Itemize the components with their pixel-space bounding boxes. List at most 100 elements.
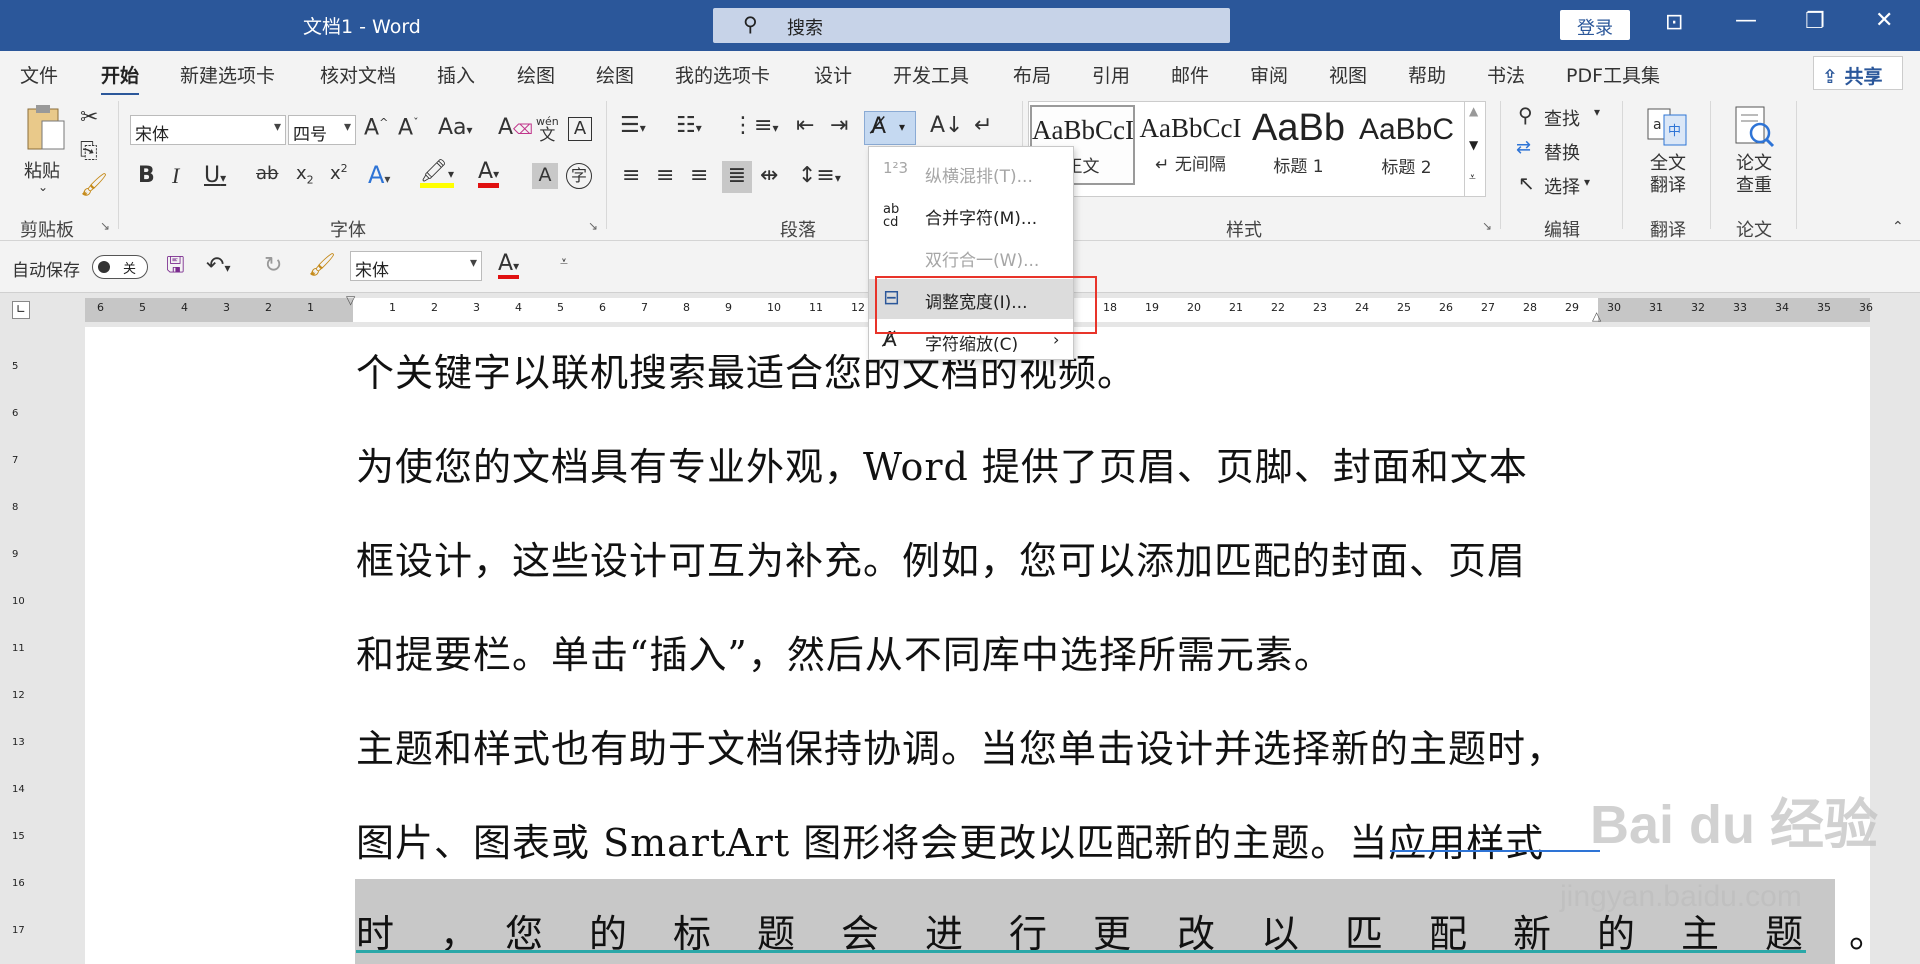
italic-icon[interactable]: I [172, 165, 179, 187]
doc-line[interactable]: 主题和样式也有助于文档保持协调。当您单击设计并选择新的主题时， [356, 718, 1565, 773]
style-no-spacing[interactable]: AaBbCcI ↵ 无间隔 [1138, 105, 1243, 185]
ribbon-display-options-icon[interactable]: ⊡ [1665, 10, 1683, 35]
paper-check-button[interactable] [1732, 105, 1776, 151]
character-border-icon[interactable]: A [568, 117, 592, 141]
style-heading-2[interactable]: AaBbC 标题 2 [1354, 105, 1459, 185]
font-size-combo[interactable]: 四号 ▾ [288, 115, 356, 145]
tab-insert[interactable]: 插入 [437, 61, 475, 88]
format-painter-icon[interactable]: 🖌 [308, 255, 336, 277]
tab-draw[interactable]: 绘图 [517, 61, 555, 88]
login-button[interactable]: 登录 [1560, 10, 1630, 40]
restore-button[interactable]: ❐ [1805, 9, 1825, 34]
doc-line[interactable]: 和提要栏。单击“插入”，然后从不同库中选择所需元素。 [356, 624, 1333, 679]
distributed-icon[interactable]: ⇹ [760, 165, 778, 187]
doc-line[interactable]: 框设计，这些设计可互为补充。例如，您可以添加匹配的封面、页眉 [356, 530, 1526, 585]
tab-review[interactable]: 审阅 [1250, 61, 1288, 88]
paste-dropdown-icon[interactable]: ⌄ [38, 180, 48, 194]
chevron-up-icon[interactable]: ▲ [1469, 104, 1478, 118]
tab-new-tab[interactable]: 新建选项卡 [180, 61, 275, 88]
menu-item-combine-characters[interactable]: ab cd 合并字符(M)... [869, 195, 1073, 235]
phonetic-guide-icon[interactable]: wén 文 [536, 115, 559, 143]
align-center-icon[interactable]: ≡ [656, 165, 674, 187]
qat-font-combo[interactable]: 宋体 ▾ [350, 251, 482, 281]
tab-design[interactable]: 设计 [814, 61, 852, 88]
tab-help[interactable]: 帮助 [1408, 61, 1446, 88]
multilevel-list-icon[interactable]: ⋮≡▾ [732, 115, 778, 137]
asian-layout-button[interactable]: A̸ ▾ [864, 111, 916, 145]
clipboard-launcher-icon[interactable]: ↘ [100, 219, 110, 233]
align-left-icon[interactable]: ≡ [622, 165, 640, 187]
styles-scroll[interactable]: ▲ ▼ ⩡ [1464, 101, 1486, 197]
tab-draw-2[interactable]: 绘图 [596, 61, 634, 88]
superscript-icon[interactable]: x2 [330, 163, 348, 183]
tab-mailings[interactable]: 邮件 [1171, 61, 1209, 88]
doc-line[interactable]: 为使您的文档具有专业外观，Word 提供了页眉、页脚、封面和文本 [356, 436, 1528, 491]
decrease-indent-icon[interactable]: ⇤ [796, 115, 814, 137]
font-family-combo[interactable]: 宋体 ▾ [130, 115, 286, 145]
share-button[interactable]: ⇪ 共享 [1813, 56, 1903, 90]
chevron-down-icon[interactable]: ▾ [1594, 105, 1600, 119]
menu-item-combine-vertical[interactable]: 1²3 纵横混排(T)... [869, 153, 1073, 193]
menu-item-two-lines-in-one[interactable]: 双行合一(W)... [869, 237, 1073, 277]
tab-file[interactable]: 文件 [20, 61, 58, 88]
find-button[interactable]: 查找 [1544, 105, 1580, 131]
close-button[interactable]: ✕ [1875, 8, 1893, 33]
right-indent-marker-icon[interactable]: △ [1592, 309, 1601, 323]
tab-references[interactable]: 引用 [1092, 61, 1130, 88]
format-painter-icon[interactable]: 🖌 [80, 175, 108, 197]
tab-selector-icon[interactable]: ∟ [12, 301, 30, 319]
search-box[interactable]: ⚲ 搜索 [713, 8, 1230, 43]
save-icon[interactable]: 🖫 [166, 255, 185, 277]
styles-launcher-icon[interactable]: ↘ [1482, 219, 1492, 233]
tab-pdf-tools[interactable]: PDF工具集 [1566, 61, 1660, 88]
style-heading-1[interactable]: AaBb 标题 1 [1246, 105, 1351, 185]
subscript-icon[interactable]: x2 [296, 165, 314, 186]
paste-button[interactable] [22, 103, 70, 163]
translate-button[interactable]: a中 [1646, 105, 1690, 151]
tab-layout[interactable]: 布局 [1013, 61, 1051, 88]
bullets-icon[interactable]: ☰▾ [620, 115, 646, 137]
customize-qat-icon[interactable]: ⩡ [560, 255, 568, 269]
line-spacing-icon[interactable]: ↕≡▾ [798, 165, 841, 187]
copy-icon[interactable]: ⎘ [80, 141, 98, 163]
redo-icon[interactable]: ↻ [264, 255, 282, 277]
undo-icon[interactable]: ↶▾ [206, 255, 230, 277]
chevron-down-icon[interactable]: ▼ [1469, 138, 1478, 152]
align-right-icon[interactable]: ≡ [690, 165, 708, 187]
select-button[interactable]: 选择 [1544, 173, 1580, 199]
grow-font-icon[interactable]: A^ [364, 117, 388, 139]
more-styles-icon[interactable]: ⩡ [1469, 170, 1476, 185]
autosave-toggle[interactable]: 关 [92, 255, 148, 279]
cut-icon[interactable]: ✂ [80, 107, 98, 129]
chevron-down-icon[interactable]: ▾ [1584, 175, 1590, 189]
tab-calligraphy[interactable]: 书法 [1487, 61, 1525, 88]
numbering-icon[interactable]: ☷▾ [676, 115, 702, 137]
highlight-icon[interactable]: 🖍▾ [420, 161, 454, 188]
font-color-icon[interactable]: A▾ [498, 253, 520, 279]
tab-my-tab[interactable]: 我的选项卡 [675, 61, 770, 88]
change-case-icon[interactable]: Aa▾ [438, 117, 473, 139]
tab-home[interactable]: 开始 [101, 61, 140, 96]
replace-icon[interactable]: ⇄ [1516, 139, 1531, 157]
minimize-button[interactable]: — [1735, 8, 1757, 33]
replace-button[interactable]: 替换 [1544, 139, 1580, 165]
character-shading-icon[interactable]: A [532, 163, 558, 189]
find-icon[interactable]: ⚲ [1518, 105, 1533, 125]
enclose-characters-icon[interactable]: 字 [566, 163, 592, 189]
font-color-icon[interactable]: A▾ [478, 161, 500, 188]
justify-icon[interactable]: ≣ [722, 161, 752, 193]
tab-developer[interactable]: 开发工具 [893, 61, 969, 88]
indent-marker-icon[interactable]: ▽ [346, 293, 355, 307]
strikethrough-icon[interactable]: ab [256, 165, 278, 183]
doc-line[interactable]: 图片、图表或 SmartArt 图形将会更改以匹配新的主题。当应用样式 [356, 812, 1544, 867]
collapse-ribbon-icon[interactable]: ⌃ [1892, 219, 1904, 235]
font-launcher-icon[interactable]: ↘ [588, 219, 598, 233]
clear-format-icon[interactable]: A⌫ [498, 117, 533, 139]
tab-view[interactable]: 视图 [1329, 61, 1367, 88]
sort-icon[interactable]: A↓ [930, 115, 963, 137]
increase-indent-icon[interactable]: ⇥ [830, 115, 848, 137]
select-icon[interactable]: ↖ [1518, 173, 1535, 193]
shrink-font-icon[interactable]: Aˇ [398, 117, 419, 139]
bold-icon[interactable]: B [138, 165, 155, 187]
text-effects-icon[interactable]: A▾ [368, 163, 390, 187]
